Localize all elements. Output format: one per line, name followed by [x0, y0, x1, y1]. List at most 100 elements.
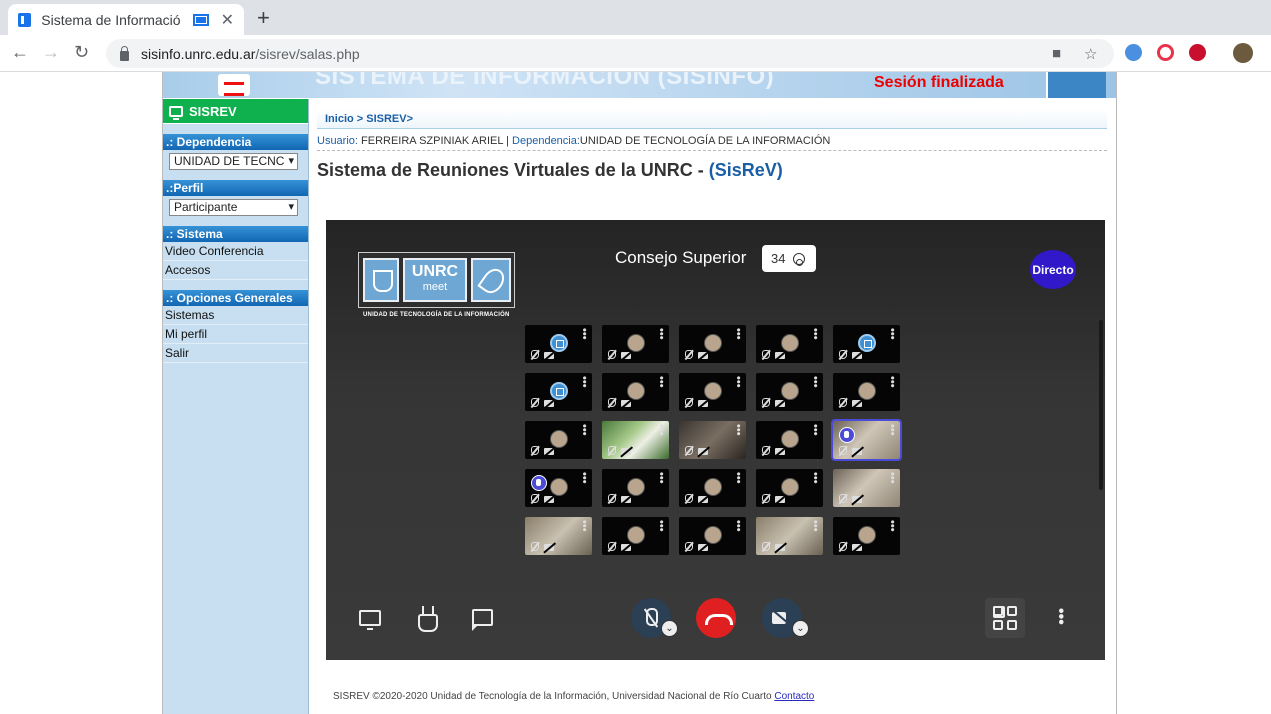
muted-mic-icon: [685, 350, 693, 359]
tile-menu-icon[interactable]: •••: [886, 472, 898, 484]
tile-menu-icon[interactable]: •••: [655, 472, 667, 484]
hangup-button[interactable]: [696, 598, 736, 638]
tile-menu-icon[interactable]: •••: [655, 520, 667, 532]
tile-menu-icon[interactable]: •••: [732, 520, 744, 532]
address-bar[interactable]: sisinfo.unrc.edu.ar/sisrev/salas.php ■ ☆: [106, 39, 1114, 68]
tile-menu-icon[interactable]: •••: [578, 328, 590, 340]
tile-view-button[interactable]: [985, 598, 1025, 638]
forward-icon[interactable]: →: [42, 42, 60, 63]
muted-mic-icon: [608, 494, 616, 503]
perfil-select[interactable]: Participante: [169, 199, 298, 216]
participant-count[interactable]: 34: [762, 245, 816, 272]
participant-tile[interactable]: •••: [602, 469, 669, 507]
camera-icon[interactable]: ■: [1052, 45, 1061, 62]
tile-menu-icon[interactable]: •••: [886, 328, 898, 340]
participant-tile[interactable]: •••: [602, 517, 669, 555]
tile-menu-icon[interactable]: •••: [655, 328, 667, 340]
tab-close-icon[interactable]: ✕: [221, 10, 234, 30]
participant-tile[interactable]: •••: [602, 325, 669, 363]
user-value: FERREIRA SZPINIAK ARIEL |: [361, 135, 509, 147]
tile-menu-icon[interactable]: •••: [732, 424, 744, 436]
sidebar-item-salir[interactable]: Salir: [163, 344, 308, 363]
opciones-header: .: Opciones Generales: [163, 290, 308, 306]
participant-tile[interactable]: •••: [833, 469, 900, 507]
tile-menu-icon[interactable]: •••: [578, 424, 590, 436]
tile-menu-icon[interactable]: •••: [809, 376, 821, 388]
participant-tile[interactable]: •••: [831, 419, 902, 461]
tile-menu-icon[interactable]: •••: [886, 376, 898, 388]
live-badge[interactable]: Directo: [1030, 250, 1076, 289]
sidebar-item-accesos[interactable]: Accesos: [163, 261, 308, 280]
raise-hand-button[interactable]: [416, 606, 438, 632]
chat-button[interactable]: [472, 609, 493, 631]
tile-menu-icon[interactable]: •••: [655, 376, 667, 388]
tile-menu-icon[interactable]: •••: [809, 520, 821, 532]
tile-menu-icon[interactable]: •••: [886, 424, 898, 436]
tile-menu-icon[interactable]: •••: [578, 376, 590, 388]
sidebar-item-mi-perfil[interactable]: Mi perfil: [163, 325, 308, 344]
speaker-icon: [839, 427, 855, 443]
participant-grid: ••• ••• ••• ••• ••• ••• ••• ••• ••• ••• ••• ••• ••• •…: [525, 325, 902, 555]
reload-icon[interactable]: ↻: [74, 42, 89, 63]
contact-link[interactable]: Contacto: [774, 691, 814, 702]
tile-menu-icon[interactable]: •••: [732, 472, 744, 484]
participant-tile[interactable]: •••: [525, 325, 592, 363]
tile-menu-icon[interactable]: •••: [886, 520, 898, 532]
tile-menu-icon[interactable]: •••: [809, 328, 821, 340]
sidebar-item-sistemas[interactable]: Sistemas: [163, 306, 308, 325]
more-options-icon[interactable]: •••: [1052, 608, 1069, 625]
profile-avatar[interactable]: [1233, 43, 1253, 63]
tile-menu-icon[interactable]: •••: [732, 328, 744, 340]
participant-tile[interactable]: •••: [679, 517, 746, 555]
participant-tile[interactable]: •••: [679, 325, 746, 363]
tile-menu-icon[interactable]: •••: [809, 472, 821, 484]
room-name: Consejo Superior: [615, 248, 747, 267]
tile-menu-icon[interactable]: •••: [732, 376, 744, 388]
tile-menu-icon[interactable]: •••: [655, 424, 667, 436]
screen-share-icon: [193, 13, 209, 26]
participant-avatar: [781, 478, 799, 496]
extension-spiral-icon[interactable]: [1157, 44, 1174, 61]
participant-tile[interactable]: •••: [679, 373, 746, 411]
participant-tile[interactable]: •••: [602, 421, 669, 459]
participant-avatar: [550, 430, 568, 448]
participant-tile[interactable]: •••: [756, 517, 823, 555]
sidebar-app-header[interactable]: SISREV: [163, 99, 308, 124]
participant-tile[interactable]: •••: [833, 373, 900, 411]
tile-menu-icon[interactable]: •••: [809, 424, 821, 436]
screen-share-button[interactable]: [359, 610, 381, 630]
participant-tile[interactable]: •••: [679, 421, 746, 459]
sidebar-item-video-conferencia[interactable]: Video Conferencia: [163, 242, 308, 261]
muted-mic-icon: [531, 350, 539, 359]
new-tab-icon[interactable]: +: [257, 5, 270, 31]
participant-tile[interactable]: •••: [756, 373, 823, 411]
participant-tile[interactable]: •••: [525, 469, 592, 507]
participant-tile[interactable]: •••: [833, 325, 900, 363]
camera-off-icon: [544, 400, 554, 407]
banner-title: SISTEMA DE INFORMACIÓN (SISINFO): [315, 72, 775, 90]
extension-shield-icon[interactable]: [1189, 44, 1206, 61]
participant-tile[interactable]: •••: [833, 517, 900, 555]
muted-mic-icon: [608, 446, 616, 455]
participant-tile[interactable]: •••: [679, 469, 746, 507]
dependencia-select[interactable]: UNIDAD DE TECNC: [169, 153, 298, 170]
muted-mic-icon: [685, 542, 693, 551]
tile-menu-icon[interactable]: •••: [578, 472, 590, 484]
tile-scrollbar[interactable]: [1099, 320, 1103, 490]
audio-options-chevron-icon[interactable]: ⌄: [661, 620, 678, 637]
participant-tile[interactable]: •••: [602, 373, 669, 411]
participant-tile[interactable]: •••: [756, 325, 823, 363]
monitor-icon: [169, 105, 183, 120]
participant-tile[interactable]: •••: [525, 421, 592, 459]
participant-tile[interactable]: •••: [525, 517, 592, 555]
browser-tab[interactable]: Sistema de Informació ✕: [8, 4, 244, 35]
tile-menu-icon[interactable]: •••: [578, 520, 590, 532]
back-icon[interactable]: ←: [11, 42, 29, 63]
breadcrumb[interactable]: Inicio > SISREV>: [317, 109, 1107, 129]
participant-tile[interactable]: •••: [525, 373, 592, 411]
bookmark-star-icon[interactable]: ☆: [1084, 45, 1097, 63]
participant-tile[interactable]: •••: [756, 469, 823, 507]
participant-tile[interactable]: •••: [756, 421, 823, 459]
extension-feather-icon[interactable]: [1125, 44, 1142, 61]
video-options-chevron-icon[interactable]: ⌄: [792, 620, 809, 637]
